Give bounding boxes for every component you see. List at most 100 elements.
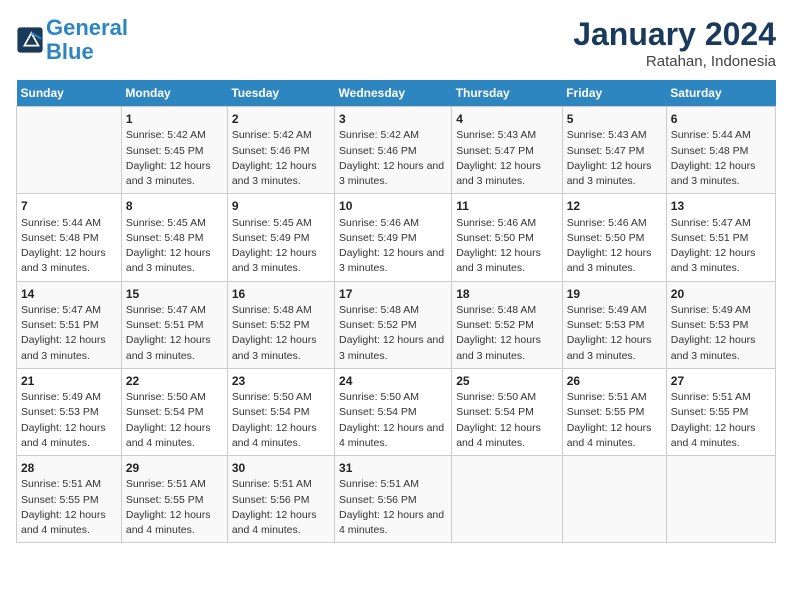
cell-details: Sunrise: 5:43 AMSunset: 5:47 PMDaylight:… [456, 128, 558, 189]
calendar-cell: 31Sunrise: 5:51 AMSunset: 5:56 PMDayligh… [335, 456, 452, 543]
cell-details: Sunrise: 5:50 AMSunset: 5:54 PMDaylight:… [232, 390, 330, 451]
cell-details: Sunrise: 5:44 AMSunset: 5:48 PMDaylight:… [21, 216, 117, 277]
cell-details: Sunrise: 5:47 AMSunset: 5:51 PMDaylight:… [21, 303, 117, 364]
calendar-cell [452, 456, 563, 543]
day-number: 5 [567, 111, 662, 128]
calendar-cell: 29Sunrise: 5:51 AMSunset: 5:55 PMDayligh… [121, 456, 227, 543]
calendar-cell: 26Sunrise: 5:51 AMSunset: 5:55 PMDayligh… [562, 368, 666, 455]
day-number: 13 [671, 198, 771, 215]
cell-details: Sunrise: 5:48 AMSunset: 5:52 PMDaylight:… [339, 303, 447, 364]
day-number: 6 [671, 111, 771, 128]
cell-details: Sunrise: 5:50 AMSunset: 5:54 PMDaylight:… [456, 390, 558, 451]
cell-details: Sunrise: 5:49 AMSunset: 5:53 PMDaylight:… [671, 303, 771, 364]
day-number: 26 [567, 373, 662, 390]
calendar-cell [17, 107, 122, 194]
logo-text: General Blue [46, 16, 128, 64]
day-number: 1 [126, 111, 223, 128]
calendar-cell: 2Sunrise: 5:42 AMSunset: 5:46 PMDaylight… [227, 107, 334, 194]
cell-details: Sunrise: 5:46 AMSunset: 5:50 PMDaylight:… [456, 216, 558, 277]
header-saturday: Saturday [666, 80, 775, 107]
cell-details: Sunrise: 5:45 AMSunset: 5:49 PMDaylight:… [232, 216, 330, 277]
cell-details: Sunrise: 5:47 AMSunset: 5:51 PMDaylight:… [671, 216, 771, 277]
main-title: January 2024 [573, 16, 776, 53]
calendar-cell: 8Sunrise: 5:45 AMSunset: 5:48 PMDaylight… [121, 194, 227, 281]
header-monday: Monday [121, 80, 227, 107]
title-block: January 2024 Ratahan, Indonesia [573, 16, 776, 70]
cell-details: Sunrise: 5:43 AMSunset: 5:47 PMDaylight:… [567, 128, 662, 189]
calendar-cell: 12Sunrise: 5:46 AMSunset: 5:50 PMDayligh… [562, 194, 666, 281]
day-number: 25 [456, 373, 558, 390]
calendar-cell: 18Sunrise: 5:48 AMSunset: 5:52 PMDayligh… [452, 281, 563, 368]
day-number: 24 [339, 373, 447, 390]
calendar-cell: 9Sunrise: 5:45 AMSunset: 5:49 PMDaylight… [227, 194, 334, 281]
calendar-cell: 19Sunrise: 5:49 AMSunset: 5:53 PMDayligh… [562, 281, 666, 368]
calendar-table: SundayMondayTuesdayWednesdayThursdayFrid… [16, 80, 776, 543]
calendar-cell: 24Sunrise: 5:50 AMSunset: 5:54 PMDayligh… [335, 368, 452, 455]
calendar-week-row: 7Sunrise: 5:44 AMSunset: 5:48 PMDaylight… [17, 194, 776, 281]
subtitle: Ratahan, Indonesia [573, 53, 776, 70]
cell-details: Sunrise: 5:49 AMSunset: 5:53 PMDaylight:… [567, 303, 662, 364]
cell-details: Sunrise: 5:51 AMSunset: 5:56 PMDaylight:… [339, 477, 447, 538]
calendar-cell: 14Sunrise: 5:47 AMSunset: 5:51 PMDayligh… [17, 281, 122, 368]
day-number: 16 [232, 286, 330, 303]
day-number: 4 [456, 111, 558, 128]
calendar-cell: 6Sunrise: 5:44 AMSunset: 5:48 PMDaylight… [666, 107, 775, 194]
cell-details: Sunrise: 5:47 AMSunset: 5:51 PMDaylight:… [126, 303, 223, 364]
calendar-cell: 11Sunrise: 5:46 AMSunset: 5:50 PMDayligh… [452, 194, 563, 281]
calendar-week-row: 1Sunrise: 5:42 AMSunset: 5:45 PMDaylight… [17, 107, 776, 194]
calendar-week-row: 28Sunrise: 5:51 AMSunset: 5:55 PMDayligh… [17, 456, 776, 543]
logo-line2: Blue [46, 39, 94, 64]
day-number: 29 [126, 460, 223, 477]
calendar-cell: 1Sunrise: 5:42 AMSunset: 5:45 PMDaylight… [121, 107, 227, 194]
day-number: 17 [339, 286, 447, 303]
day-number: 31 [339, 460, 447, 477]
cell-details: Sunrise: 5:51 AMSunset: 5:55 PMDaylight:… [671, 390, 771, 451]
cell-details: Sunrise: 5:42 AMSunset: 5:45 PMDaylight:… [126, 128, 223, 189]
cell-details: Sunrise: 5:51 AMSunset: 5:55 PMDaylight:… [126, 477, 223, 538]
calendar-week-row: 14Sunrise: 5:47 AMSunset: 5:51 PMDayligh… [17, 281, 776, 368]
header-tuesday: Tuesday [227, 80, 334, 107]
day-number: 15 [126, 286, 223, 303]
day-number: 19 [567, 286, 662, 303]
cell-details: Sunrise: 5:45 AMSunset: 5:48 PMDaylight:… [126, 216, 223, 277]
cell-details: Sunrise: 5:51 AMSunset: 5:55 PMDaylight:… [21, 477, 117, 538]
cell-details: Sunrise: 5:48 AMSunset: 5:52 PMDaylight:… [456, 303, 558, 364]
day-number: 10 [339, 198, 447, 215]
cell-details: Sunrise: 5:42 AMSunset: 5:46 PMDaylight:… [232, 128, 330, 189]
cell-details: Sunrise: 5:51 AMSunset: 5:56 PMDaylight:… [232, 477, 330, 538]
day-number: 27 [671, 373, 771, 390]
calendar-week-row: 21Sunrise: 5:49 AMSunset: 5:53 PMDayligh… [17, 368, 776, 455]
day-number: 20 [671, 286, 771, 303]
calendar-cell: 20Sunrise: 5:49 AMSunset: 5:53 PMDayligh… [666, 281, 775, 368]
calendar-cell: 22Sunrise: 5:50 AMSunset: 5:54 PMDayligh… [121, 368, 227, 455]
cell-details: Sunrise: 5:48 AMSunset: 5:52 PMDaylight:… [232, 303, 330, 364]
calendar-cell: 4Sunrise: 5:43 AMSunset: 5:47 PMDaylight… [452, 107, 563, 194]
day-number: 18 [456, 286, 558, 303]
day-number: 3 [339, 111, 447, 128]
cell-details: Sunrise: 5:50 AMSunset: 5:54 PMDaylight:… [339, 390, 447, 451]
calendar-cell: 13Sunrise: 5:47 AMSunset: 5:51 PMDayligh… [666, 194, 775, 281]
day-number: 23 [232, 373, 330, 390]
calendar-cell: 27Sunrise: 5:51 AMSunset: 5:55 PMDayligh… [666, 368, 775, 455]
cell-details: Sunrise: 5:51 AMSunset: 5:55 PMDaylight:… [567, 390, 662, 451]
calendar-cell: 21Sunrise: 5:49 AMSunset: 5:53 PMDayligh… [17, 368, 122, 455]
day-number: 12 [567, 198, 662, 215]
header-thursday: Thursday [452, 80, 563, 107]
calendar-cell [562, 456, 666, 543]
header-wednesday: Wednesday [335, 80, 452, 107]
day-number: 14 [21, 286, 117, 303]
logo-line1: General [46, 15, 128, 40]
day-number: 21 [21, 373, 117, 390]
calendar-cell: 3Sunrise: 5:42 AMSunset: 5:46 PMDaylight… [335, 107, 452, 194]
cell-details: Sunrise: 5:49 AMSunset: 5:53 PMDaylight:… [21, 390, 117, 451]
day-number: 22 [126, 373, 223, 390]
calendar-cell: 30Sunrise: 5:51 AMSunset: 5:56 PMDayligh… [227, 456, 334, 543]
calendar-cell: 16Sunrise: 5:48 AMSunset: 5:52 PMDayligh… [227, 281, 334, 368]
day-number: 30 [232, 460, 330, 477]
calendar-header-row: SundayMondayTuesdayWednesdayThursdayFrid… [17, 80, 776, 107]
calendar-cell: 5Sunrise: 5:43 AMSunset: 5:47 PMDaylight… [562, 107, 666, 194]
calendar-cell: 28Sunrise: 5:51 AMSunset: 5:55 PMDayligh… [17, 456, 122, 543]
logo: General Blue [16, 16, 128, 64]
calendar-cell: 15Sunrise: 5:47 AMSunset: 5:51 PMDayligh… [121, 281, 227, 368]
calendar-cell: 17Sunrise: 5:48 AMSunset: 5:52 PMDayligh… [335, 281, 452, 368]
